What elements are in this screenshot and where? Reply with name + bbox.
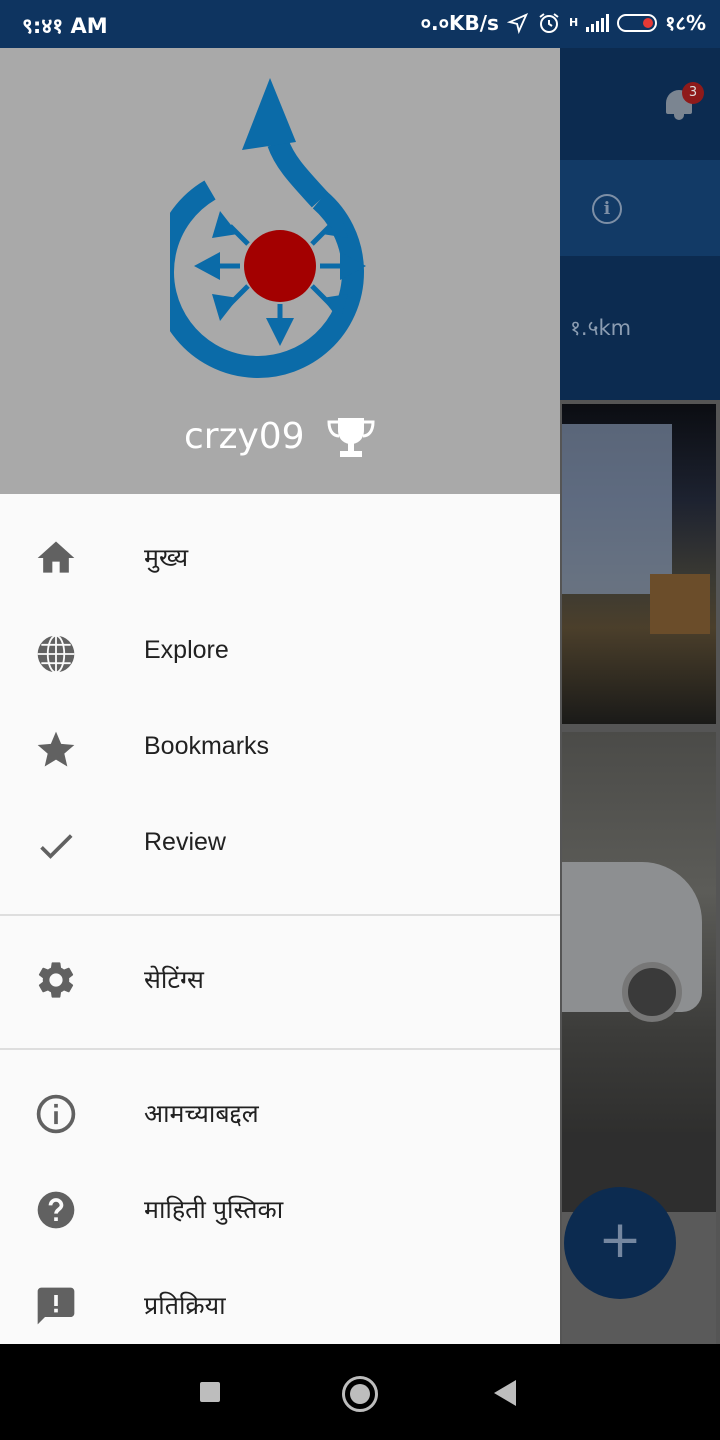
status-time: ९:४१ AM <box>22 14 108 38</box>
menu-item-label: Bookmarks <box>144 732 270 760</box>
menu-item-home[interactable]: मुख्य <box>0 510 560 606</box>
menu-item-label: माहिती पुस्तिका <box>144 1196 284 1224</box>
commons-logo <box>170 78 366 378</box>
menu-item-label: Review <box>144 828 226 856</box>
battery-icon <box>617 13 658 32</box>
info-tab[interactable]: i <box>560 160 720 256</box>
navigation-drawer: crzy09 मुख्य Explore Bookmarks Review से… <box>0 48 560 1344</box>
notification-badge: 3 <box>682 82 704 104</box>
battery-level: १८% <box>665 11 706 35</box>
alarm-icon <box>539 12 559 33</box>
notification-bell-icon[interactable]: 3 <box>662 82 704 120</box>
menu-item-tutorial[interactable]: माहिती पुस्तिका <box>0 1162 560 1258</box>
username: crzy09 <box>183 416 305 457</box>
menu-item-label: सेटिंग्स <box>144 966 204 994</box>
status-icons: ०.०KB/s H १८% <box>421 9 706 36</box>
status-bar: ९:४१ AM ०.०KB/s H १८% <box>0 0 720 48</box>
help-icon <box>37 1191 75 1229</box>
globe-icon <box>37 634 75 674</box>
info-icon <box>36 1094 76 1134</box>
menu-item-label: आमच्याबद्दल <box>144 1100 259 1128</box>
recent-apps-button[interactable] <box>200 1382 220 1402</box>
add-upload-button[interactable]: + <box>564 1187 676 1299</box>
media-thumbnail[interactable] <box>562 404 716 724</box>
user-profile[interactable]: crzy09 <box>0 416 560 460</box>
menu-divider <box>0 914 560 916</box>
back-button[interactable] <box>494 1380 516 1406</box>
app-toolbar: 3 <box>560 48 720 160</box>
home-icon <box>37 541 75 573</box>
trophy-icon[interactable] <box>326 416 376 460</box>
home-button[interactable] <box>342 1376 378 1412</box>
menu-item-review[interactable]: Review <box>0 798 560 894</box>
nearby-row[interactable]: १.५km <box>560 256 720 400</box>
drawer-header: crzy09 <box>0 48 560 494</box>
menu-item-explore[interactable]: Explore <box>0 606 560 702</box>
menu-divider <box>0 1048 560 1050</box>
menu-item-label: प्रतिक्रिया <box>144 1292 226 1320</box>
menu-item-feedback[interactable]: प्रतिक्रिया <box>0 1258 560 1354</box>
signal-icon <box>586 13 610 32</box>
background-app: 3 i १.५km + <box>560 48 720 1344</box>
menu-item-about[interactable]: आमच्याबद्दल <box>0 1066 560 1162</box>
feedback-icon <box>37 1287 75 1325</box>
menu-item-label: मुख्य <box>144 544 189 572</box>
check-icon <box>40 834 73 859</box>
network-type: H <box>568 16 579 29</box>
menu-item-bookmarks[interactable]: Bookmarks <box>0 702 560 798</box>
network-speed: ०.०KB/s <box>420 11 499 35</box>
system-nav-bar <box>0 1344 720 1440</box>
media-thumbnail[interactable] <box>562 732 716 1132</box>
distance-label: १.५km <box>570 316 632 340</box>
location-icon <box>506 12 528 34</box>
menu-item-label: Explore <box>144 636 229 664</box>
star-icon <box>37 731 75 767</box>
info-icon: i <box>592 194 622 224</box>
menu-item-settings[interactable]: सेटिंग्स <box>0 932 560 1028</box>
drawer-menu: मुख्य Explore Bookmarks Review सेटिंग्स … <box>0 510 560 1354</box>
gear-icon <box>38 962 74 998</box>
